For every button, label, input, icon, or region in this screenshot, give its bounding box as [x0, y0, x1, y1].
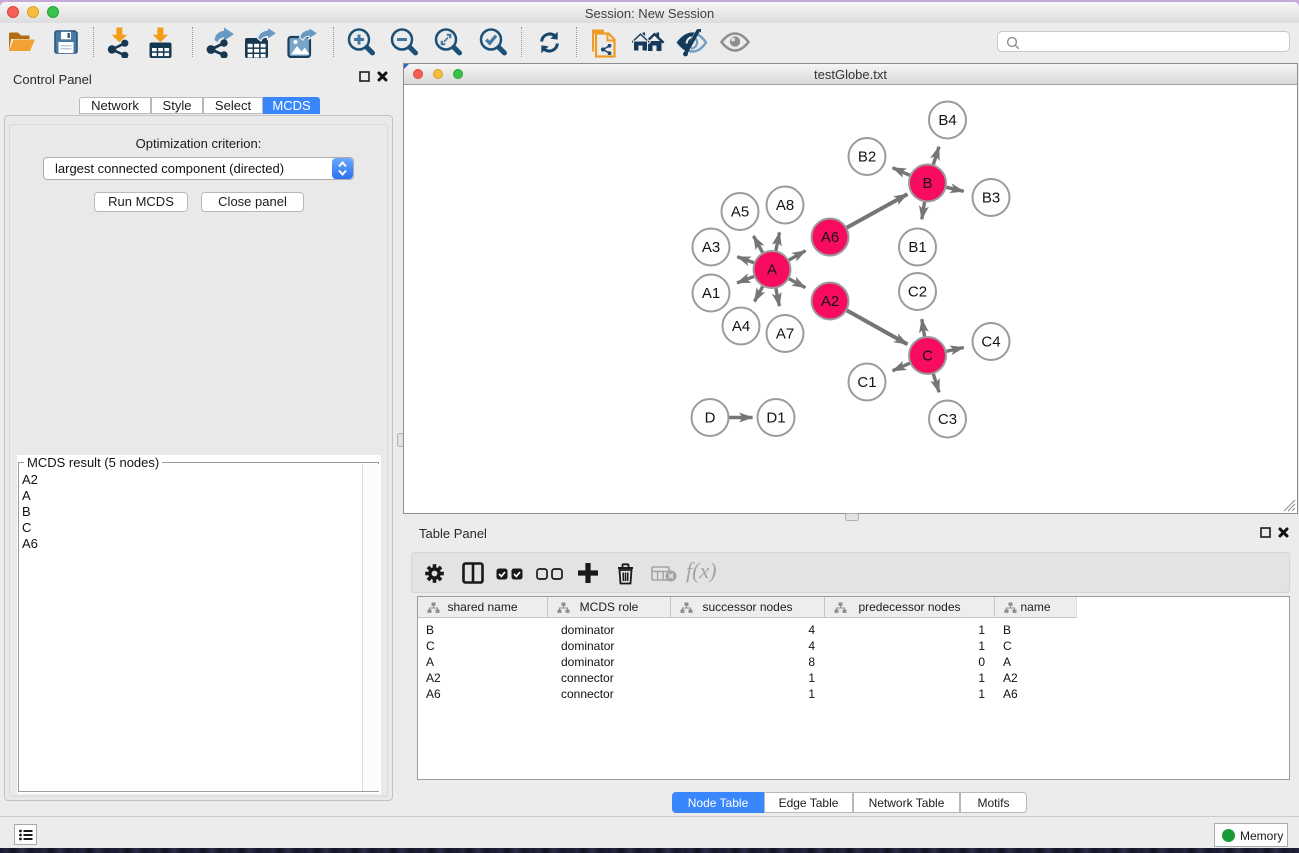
svg-text:A3: A3	[702, 239, 720, 256]
svg-text:B4: B4	[938, 112, 956, 129]
svg-text:A7: A7	[776, 326, 794, 343]
svg-text:C2: C2	[908, 284, 927, 301]
svg-text:D1: D1	[766, 410, 785, 427]
svg-text:B2: B2	[858, 149, 876, 166]
svg-text:A2: A2	[821, 293, 839, 310]
svg-text:A8: A8	[776, 197, 794, 214]
svg-text:A4: A4	[732, 318, 750, 335]
svg-text:B: B	[922, 175, 932, 192]
svg-text:C1: C1	[857, 374, 876, 391]
svg-text:C4: C4	[981, 334, 1000, 351]
svg-text:A5: A5	[731, 204, 749, 221]
svg-text:B3: B3	[982, 190, 1000, 207]
svg-text:C3: C3	[938, 411, 957, 428]
svg-text:A: A	[767, 262, 777, 279]
svg-text:B1: B1	[908, 239, 926, 256]
svg-text:C: C	[922, 348, 933, 365]
svg-text:D: D	[705, 410, 716, 427]
svg-text:A6: A6	[821, 229, 839, 246]
svg-text:A1: A1	[702, 285, 720, 302]
